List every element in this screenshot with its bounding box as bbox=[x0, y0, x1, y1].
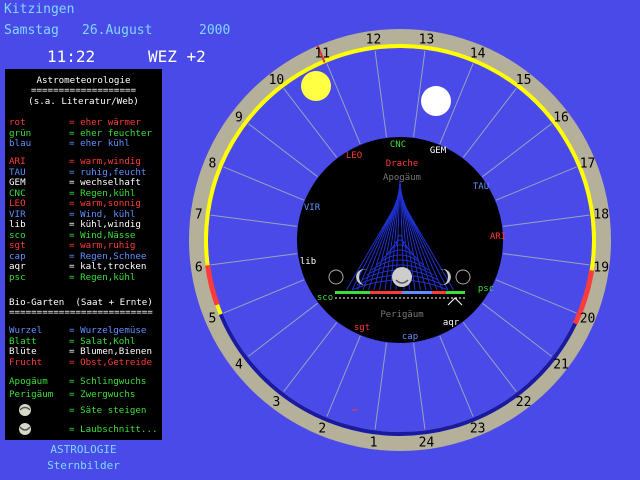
hour-label-15: 15 bbox=[516, 73, 532, 88]
hour-label-8: 8 bbox=[209, 156, 217, 171]
zodiac-label-leo: LEO bbox=[346, 151, 362, 161]
zodiac-label-cap: cap bbox=[402, 332, 418, 342]
hour-label-9: 9 bbox=[235, 110, 243, 125]
zodiac-strip-segment bbox=[402, 291, 432, 294]
zodiac-label-psc: psc bbox=[478, 284, 494, 294]
zodiac-label-sgt: sgt bbox=[354, 323, 370, 333]
hour-label-5: 5 bbox=[209, 312, 217, 327]
hour-label-6: 6 bbox=[195, 260, 203, 275]
zodiac-strip-segment bbox=[432, 291, 446, 294]
hour-label-18: 18 bbox=[593, 208, 609, 223]
hour-label-12: 12 bbox=[366, 33, 382, 48]
zodiac-label-ari: ARI bbox=[490, 232, 506, 242]
hour-label-7: 7 bbox=[195, 208, 203, 223]
zodiac-label-vir: VIR bbox=[304, 203, 321, 213]
zodiac-strip-segment bbox=[370, 291, 402, 294]
hour-label-20: 20 bbox=[580, 312, 596, 327]
zodiac-label-gem: GEM bbox=[430, 146, 447, 156]
zodiac-label-tau: TAU bbox=[473, 182, 489, 192]
hour-label-1: 1 bbox=[370, 435, 378, 450]
hour-label-21: 21 bbox=[553, 358, 569, 373]
hour-label-4: 4 bbox=[235, 358, 243, 373]
hour-label-10: 10 bbox=[269, 73, 285, 88]
hour-label-11: 11 bbox=[314, 46, 330, 61]
astro-dial: 123456789101112 131415161718192021222324C… bbox=[189, 29, 611, 451]
hour-label-24: 24 bbox=[419, 435, 435, 450]
apogee-label: Apogäum bbox=[383, 173, 421, 183]
hour-label-16: 16 bbox=[553, 110, 569, 125]
hour-label-17: 17 bbox=[580, 156, 596, 171]
perigee-label: Perigäum bbox=[380, 310, 423, 320]
hour-label-22: 22 bbox=[516, 395, 532, 410]
hour-label-2: 2 bbox=[318, 422, 326, 437]
hour-label-13: 13 bbox=[419, 33, 435, 48]
hour-label-19: 19 bbox=[593, 260, 609, 275]
zodiac-label-aqr: aqr bbox=[443, 318, 460, 328]
moon-icon bbox=[421, 86, 451, 116]
zodiac-label-cnc: CNC bbox=[390, 140, 406, 150]
hour-label-23: 23 bbox=[470, 422, 486, 437]
hour-label-14: 14 bbox=[470, 46, 486, 61]
zodiac-label-sco: sco bbox=[317, 293, 333, 303]
sun-icon bbox=[301, 71, 331, 101]
hour-label-3: 3 bbox=[273, 395, 281, 410]
full-moon-icon bbox=[392, 267, 412, 287]
zodiac-label-lib: lib bbox=[300, 257, 316, 267]
drache-label: Drache bbox=[386, 159, 419, 169]
